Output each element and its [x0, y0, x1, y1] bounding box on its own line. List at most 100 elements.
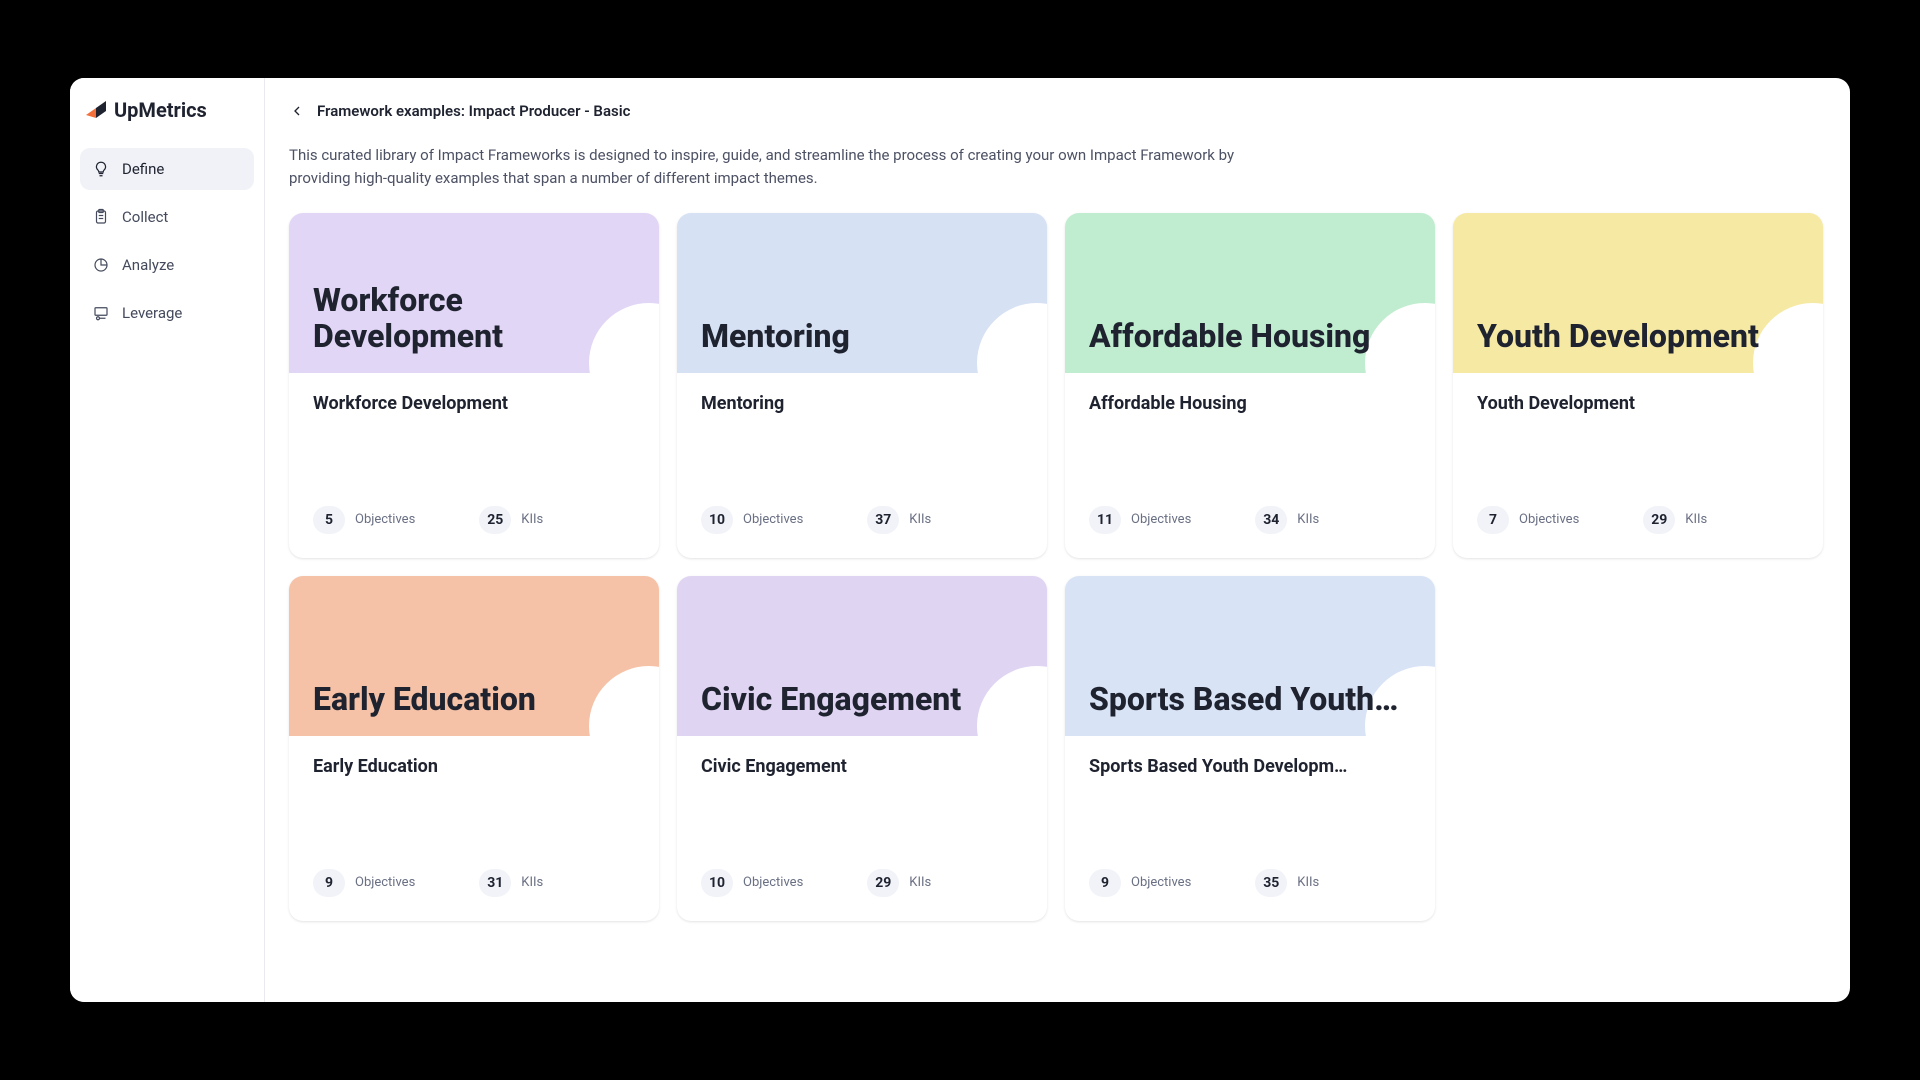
card-header: Sports Based Youth… [1065, 576, 1435, 736]
main-content: Framework examples: Impact Producer - Ba… [265, 78, 1850, 1002]
card-title: Mentoring [701, 319, 850, 355]
brand-name: UpMetrics [114, 98, 207, 122]
card-stats: 10 Objectives 37 KIIs [701, 506, 1023, 534]
objectives-label: Objectives [1519, 512, 1579, 527]
app-window: UpMetrics Define [70, 78, 1850, 1002]
card-title: Workforce Development [313, 283, 635, 355]
sidebar-item-label: Collect [122, 208, 168, 226]
card-subtitle: Mentoring [701, 393, 1023, 414]
card-title: Youth Development [1477, 319, 1759, 355]
kiis-label: KIIs [521, 512, 543, 527]
stat-objectives: 10 Objectives [701, 506, 803, 534]
framework-card[interactable]: Youth Development Youth Development 7 Objec… [1453, 213, 1823, 558]
card-header: Workforce Development [289, 213, 659, 373]
card-stats: 9 Objectives 35 KIIs [1089, 869, 1411, 897]
card-title: Affordable Housing [1089, 319, 1370, 355]
framework-card[interactable]: Mentoring Mentoring 10 Objectives 37 KIIs [677, 213, 1047, 558]
objectives-label: Objectives [743, 512, 803, 527]
objectives-count: 11 [1089, 506, 1121, 534]
card-subtitle: Affordable Housing [1089, 393, 1411, 414]
stat-objectives: 5 Objectives [313, 506, 415, 534]
framework-card[interactable]: Sports Based Youth… Sports Based Youth De… [1065, 576, 1435, 921]
sidebar-nav: Define Collect [70, 148, 264, 334]
objectives-count: 10 [701, 869, 733, 897]
framework-card[interactable]: Early Education Early Education 9 Objective… [289, 576, 659, 921]
card-stats: 11 Objectives 34 KIIs [1089, 506, 1411, 534]
card-stats: 7 Objectives 29 KIIs [1477, 506, 1799, 534]
stat-kiis: 29 KIIs [1643, 506, 1707, 534]
card-header: Civic Engagement [677, 576, 1047, 736]
stat-objectives: 7 Objectives [1477, 506, 1579, 534]
sidebar-item-analyze[interactable]: Analyze [80, 244, 254, 286]
objectives-label: Objectives [1131, 512, 1191, 527]
card-stats: 5 Objectives 25 KIIs [313, 506, 635, 534]
card-subtitle: Early Education [313, 756, 635, 777]
kiis-count: 37 [867, 506, 899, 534]
lightbulb-icon [92, 160, 110, 178]
card-subtitle: Workforce Development [313, 393, 635, 414]
stat-kiis: 31 KIIs [479, 869, 543, 897]
sidebar-item-label: Define [122, 160, 164, 178]
stat-objectives: 9 Objectives [313, 869, 415, 897]
objectives-count: 9 [313, 869, 345, 897]
stat-objectives: 10 Objectives [701, 869, 803, 897]
card-subtitle: Youth Development [1477, 393, 1799, 414]
framework-card[interactable]: Workforce Development Workforce Developme… [289, 213, 659, 558]
intro-text: This curated library of Impact Framework… [289, 144, 1259, 191]
card-header: Early Education [289, 576, 659, 736]
kiis-count: 35 [1255, 869, 1287, 897]
card-header: Affordable Housing [1065, 213, 1435, 373]
card-title: Civic Engagement [701, 682, 961, 718]
kiis-label: KIIs [521, 875, 543, 890]
stat-objectives: 9 Objectives [1089, 869, 1191, 897]
stat-kiis: 34 KIIs [1255, 506, 1319, 534]
objectives-label: Objectives [355, 512, 415, 527]
breadcrumb-text: Framework examples: Impact Producer - Ba… [317, 102, 630, 120]
stat-kiis: 25 KIIs [479, 506, 543, 534]
chart-icon [92, 256, 110, 274]
objectives-label: Objectives [1131, 875, 1191, 890]
kiis-label: KIIs [1297, 512, 1319, 527]
sidebar-item-leverage[interactable]: Leverage [80, 292, 254, 334]
sidebar-item-label: Analyze [122, 256, 174, 274]
breadcrumb: Framework examples: Impact Producer - Ba… [289, 102, 1826, 120]
card-header: Mentoring [677, 213, 1047, 373]
kiis-count: 25 [479, 506, 511, 534]
kiis-count: 29 [867, 869, 899, 897]
card-subtitle: Civic Engagement [701, 756, 1023, 777]
kiis-label: KIIs [1297, 875, 1319, 890]
objectives-count: 10 [701, 506, 733, 534]
card-stats: 9 Objectives 31 KIIs [313, 869, 635, 897]
kiis-label: KIIs [909, 875, 931, 890]
card-stats: 10 Objectives 29 KIIs [701, 869, 1023, 897]
card-title: Sports Based Youth… [1089, 682, 1398, 718]
kiis-label: KIIs [1685, 512, 1707, 527]
objectives-count: 7 [1477, 506, 1509, 534]
clipboard-icon [92, 208, 110, 226]
kiis-count: 29 [1643, 506, 1675, 534]
stat-kiis: 35 KIIs [1255, 869, 1319, 897]
stat-kiis: 37 KIIs [867, 506, 931, 534]
objectives-label: Objectives [743, 875, 803, 890]
card-title: Early Education [313, 682, 536, 718]
objectives-count: 9 [1089, 869, 1121, 897]
stat-kiis: 29 KIIs [867, 869, 931, 897]
sidebar-item-collect[interactable]: Collect [80, 196, 254, 238]
present-icon [92, 304, 110, 322]
back-button[interactable] [289, 103, 305, 119]
sidebar-item-label: Leverage [122, 304, 182, 322]
logo-icon [84, 98, 108, 122]
sidebar: UpMetrics Define [70, 78, 265, 1002]
kiis-count: 34 [1255, 506, 1287, 534]
framework-card[interactable]: Civic Engagement Civic Engagement 10 Object… [677, 576, 1047, 921]
framework-card[interactable]: Affordable Housing Affordable Housing 11 Ob… [1065, 213, 1435, 558]
card-subtitle: Sports Based Youth Developm… [1089, 756, 1411, 777]
card-header: Youth Development [1453, 213, 1823, 373]
stat-objectives: 11 Objectives [1089, 506, 1191, 534]
framework-grid: Workforce Development Workforce Developme… [289, 213, 1826, 921]
objectives-count: 5 [313, 506, 345, 534]
kiis-label: KIIs [909, 512, 931, 527]
objectives-label: Objectives [355, 875, 415, 890]
sidebar-item-define[interactable]: Define [80, 148, 254, 190]
kiis-count: 31 [479, 869, 511, 897]
